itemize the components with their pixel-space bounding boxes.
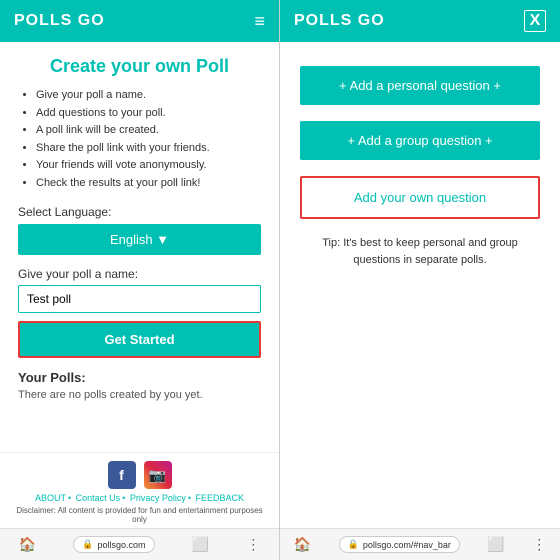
right-panel: POLLS GO X + Add a personal question + +… (280, 0, 560, 560)
left-panel: POLLS GO ≡ Create your own Poll Give you… (0, 0, 280, 560)
disclaimer-text: Disclaimer: All content is provided for … (12, 506, 267, 524)
left-content: Create your own Poll Give your poll a na… (0, 42, 279, 452)
instagram-button[interactable]: 📷 (144, 461, 172, 489)
left-header: POLLS GO ≡ (0, 0, 279, 42)
poll-name-input[interactable] (18, 285, 261, 313)
bullet-6: Check the results at your poll link! (36, 175, 261, 193)
right-menu-icon[interactable]: ⋮ (532, 536, 546, 553)
poll-name-label: Give your poll a name: (18, 267, 261, 281)
bullet-list: Give your poll a name. Add questions to … (18, 87, 261, 193)
right-header: POLLS GO X (280, 0, 560, 42)
right-bottom-bar: 🏠 🔒 pollsgo.com/#nav_bar ⬜ ⋮ (280, 528, 560, 560)
no-polls-text: There are no polls created by you yet. (18, 389, 261, 401)
hamburger-icon[interactable]: ≡ (254, 11, 265, 32)
left-url-text: pollsgo.com (97, 540, 145, 550)
lock-icon: 🔒 (82, 539, 93, 550)
get-started-button[interactable]: Get Started (18, 321, 261, 358)
facebook-icon: f (119, 467, 124, 483)
right-tab-icon[interactable]: ⬜ (487, 536, 504, 553)
language-label: Select Language: (18, 205, 261, 219)
facebook-button[interactable]: f (108, 461, 136, 489)
about-link[interactable]: ABOUT (35, 493, 66, 503)
bullet-4: Share the poll link with your friends. (36, 140, 261, 158)
privacy-link[interactable]: Privacy Policy (130, 493, 186, 503)
language-button[interactable]: English ▼ (18, 224, 261, 255)
right-home-icon[interactable]: 🏠 (294, 536, 311, 553)
bullet-1: Give your poll a name. (36, 87, 261, 105)
contact-link[interactable]: Contact Us (76, 493, 121, 503)
tip-text: Tip: It's best to keep personal and grou… (300, 235, 540, 268)
close-button[interactable]: X (524, 10, 546, 32)
right-url-bar: 🔒 pollsgo.com/#nav_bar (339, 536, 460, 553)
personal-question-button[interactable]: + Add a personal question + (300, 66, 540, 105)
app-container: POLLS GO ≡ Create your own Poll Give you… (0, 0, 560, 560)
left-logo: POLLS GO (14, 12, 105, 30)
bullet-5: Your friends will vote anonymously. (36, 157, 261, 175)
own-question-button[interactable]: Add your own question (300, 176, 540, 219)
bullet-2: Add questions to your poll. (36, 105, 261, 123)
tab-icon[interactable]: ⬜ (192, 536, 209, 553)
bullet-3: A poll link will be created. (36, 122, 261, 140)
menu-dots-icon[interactable]: ⋮ (246, 536, 260, 553)
right-logo: POLLS GO (294, 12, 385, 30)
left-footer: f 📷 ABOUT• Contact Us• Privacy Policy• F… (0, 452, 279, 528)
left-bottom-bar: 🏠 🔒 pollsgo.com ⬜ ⋮ (0, 528, 279, 560)
poll-title: Create your own Poll (18, 56, 261, 77)
left-url-bar: 🔒 pollsgo.com (73, 536, 154, 553)
right-content: + Add a personal question + + Add a grou… (280, 42, 560, 528)
your-polls-label: Your Polls: (18, 370, 261, 385)
right-lock-icon: 🔒 (348, 539, 359, 550)
social-icons: f 📷 (12, 461, 267, 489)
instagram-icon: 📷 (149, 467, 166, 484)
footer-links: ABOUT• Contact Us• Privacy Policy• FEEDB… (12, 493, 267, 503)
home-icon[interactable]: 🏠 (19, 536, 36, 553)
right-url-text: pollsgo.com/#nav_bar (363, 540, 451, 550)
group-question-button[interactable]: + Add a group question + (300, 121, 540, 160)
feedback-link[interactable]: FEEDBACK (196, 493, 245, 503)
